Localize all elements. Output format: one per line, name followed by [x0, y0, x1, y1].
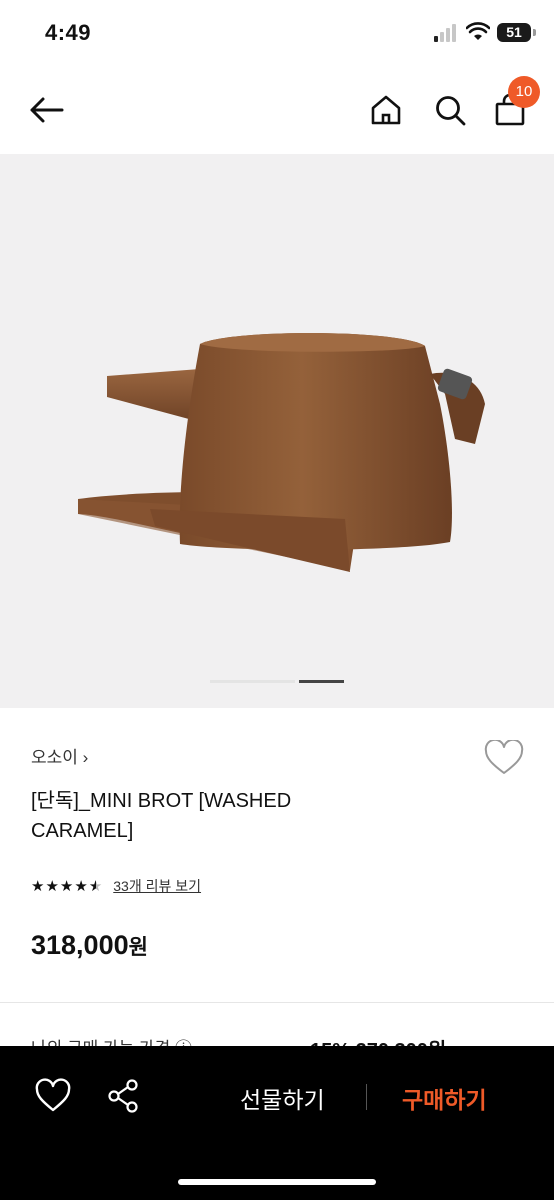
share-button[interactable] — [104, 1076, 144, 1116]
star-icon: ★ — [74, 878, 88, 895]
home-button[interactable] — [364, 88, 408, 132]
price-currency: 원 — [128, 936, 148, 959]
button-separator — [366, 1084, 367, 1110]
status-bar: 4:49 51 — [0, 0, 554, 64]
wishlist-button[interactable] — [33, 1076, 73, 1116]
gift-button[interactable]: 선물하기 — [240, 1081, 325, 1115]
search-button[interactable] — [428, 88, 472, 132]
pager-active — [299, 680, 344, 683]
cellular-signal-icon — [434, 24, 456, 42]
search-icon — [436, 96, 466, 126]
share-icon — [108, 1079, 138, 1113]
like-button[interactable] — [484, 738, 524, 776]
price-value: 318,000 — [31, 930, 129, 960]
heart-icon — [484, 738, 524, 774]
battery-icon: 51 — [497, 23, 531, 42]
price: 318,000원 — [31, 930, 148, 961]
product-image[interactable] — [0, 154, 554, 708]
star-icon: ★ — [45, 878, 59, 895]
image-pager — [210, 680, 344, 683]
half-star-icon: ★ — [88, 878, 103, 895]
battery-tip — [533, 29, 536, 36]
reviews-link[interactable]: 33개 리뷰 보기 — [113, 876, 201, 896]
back-button[interactable] — [22, 90, 70, 130]
status-time: 4:49 — [45, 20, 92, 45]
star-icon: ★ — [59, 878, 74, 895]
star-icon: ★ — [31, 878, 45, 895]
product-title: [단독]_MINI BROT [WASHED CARAMEL] — [31, 790, 292, 842]
arrow-left-icon — [30, 97, 64, 123]
section-divider — [0, 1002, 554, 1003]
brand-link[interactable]: 오소이 › — [31, 743, 88, 768]
home-indicator[interactable] — [178, 1179, 376, 1185]
buy-button[interactable]: 구매하기 — [402, 1081, 487, 1115]
home-icon — [371, 95, 401, 125]
bag-illustration — [78, 332, 485, 572]
wifi-icon — [466, 22, 490, 40]
pager-track — [210, 680, 295, 683]
rating-row: ★ ★ ★ ★ ★ 33개 리뷰 보기 — [31, 876, 201, 896]
bottom-action-bar: 선물하기 구매하기 — [0, 1046, 554, 1200]
heart-icon — [35, 1078, 71, 1112]
top-nav — [0, 70, 554, 150]
cart-count-badge: 10 — [508, 76, 540, 108]
